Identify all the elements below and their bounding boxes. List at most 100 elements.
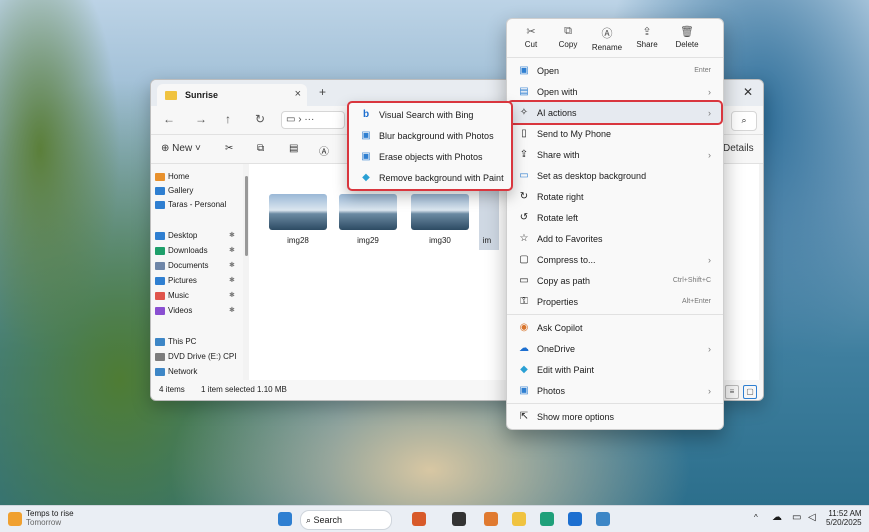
downloads-icon [155, 246, 165, 255]
file-explorer-icon[interactable] [512, 512, 526, 526]
photos-icon: ▣ [361, 151, 371, 162]
details-view-button[interactable]: ≡ [725, 385, 739, 399]
copy-icon[interactable]: ⧉ [257, 143, 264, 154]
trash-icon: 🗑 [680, 26, 694, 38]
copilot-icon[interactable] [484, 512, 498, 526]
forward-button[interactable]: → [195, 112, 207, 126]
copy-button[interactable]: ⧉ Copy [550, 25, 586, 49]
divider [507, 403, 723, 404]
paint-icon: ◆ [362, 172, 370, 183]
menu-item-onedrive[interactable]: ☁ OneDrive › [509, 338, 721, 359]
file-thumbnail[interactable] [411, 194, 469, 230]
network-icon[interactable]: ☁ [772, 512, 782, 523]
more-options-icon: ⇱ [519, 411, 529, 422]
photos-icon: ▣ [519, 385, 529, 396]
file-name[interactable]: img28 [269, 236, 327, 245]
menu-item-open-with[interactable]: ▤ Open with › [509, 81, 721, 102]
phone-icon: ▯ [521, 128, 527, 139]
sidebar-item-home[interactable]: Home [155, 172, 189, 181]
gallery-icon [155, 186, 165, 195]
new-button[interactable]: ⊕ New ˅ [161, 143, 201, 154]
back-button[interactable]: ← [163, 112, 175, 126]
submenu-item-blur-background[interactable]: ▣ Blur background with Photos [351, 125, 509, 146]
folder-icon [165, 90, 177, 100]
address-bar[interactable]: ▭ › ··· [281, 111, 345, 129]
documents-icon [155, 261, 165, 270]
refresh-button[interactable]: ↻ [255, 112, 265, 126]
menu-item-share-with[interactable]: ⇪ Share with › [509, 144, 721, 165]
delete-button[interactable]: 🗑 Delete [669, 25, 705, 49]
start-button[interactable] [278, 512, 292, 526]
pin-icon: ✱ [229, 277, 235, 284]
file-thumbnail[interactable] [339, 194, 397, 230]
details-button[interactable]: Details [723, 143, 754, 154]
file-name[interactable]: img29 [339, 236, 397, 245]
menu-item-open[interactable]: ▣ Open Enter [509, 60, 721, 81]
rename-icon[interactable]: Ⓐ [319, 143, 329, 158]
bing-icon: b [362, 109, 370, 120]
chevron-right-icon: › [708, 86, 711, 97]
divider [507, 57, 723, 58]
menu-item-set-desktop-background[interactable]: ▭ Set as desktop background [509, 165, 721, 186]
share-button[interactable]: ⇪ Share [629, 25, 665, 49]
tray-overflow-icon[interactable]: ^ [754, 513, 758, 522]
item-count: 4 items [159, 385, 185, 394]
edge-icon[interactable] [540, 512, 554, 526]
window-close-button[interactable]: ✕ [743, 85, 753, 99]
volume-icon[interactable]: ◁ [808, 512, 816, 523]
photos-app-icon[interactable] [596, 512, 610, 526]
chevron-right-icon: › [708, 149, 711, 160]
file-name[interactable]: im [477, 236, 497, 245]
task-view-icon[interactable] [452, 512, 466, 526]
sidebar-item-documents[interactable]: Documents [155, 261, 208, 270]
sidebar-item-desktop[interactable]: Desktop [155, 231, 197, 240]
sidebar-item-pictures[interactable]: Pictures [155, 276, 197, 285]
sidebar-item-network[interactable]: Network [155, 367, 197, 376]
clock[interactable]: 11:52 AM 5/20/2025 [826, 509, 862, 527]
up-button[interactable]: ↑ [225, 112, 231, 126]
paste-icon[interactable]: ▤ [289, 143, 298, 154]
onedrive-icon: ☁ [519, 343, 529, 354]
tiles-view-button[interactable]: ▢ [743, 385, 757, 399]
menu-item-rotate-right[interactable]: ↻ Rotate right [509, 186, 721, 207]
cut-icon[interactable]: ✂ [225, 143, 233, 154]
rename-button[interactable]: Ⓐ Rename [589, 25, 625, 52]
store-icon[interactable] [568, 512, 582, 526]
app-icon[interactable] [412, 512, 426, 526]
file-name[interactable]: img30 [411, 236, 469, 245]
home-icon [155, 172, 165, 181]
address-more[interactable]: ··· [304, 114, 314, 125]
menu-item-rotate-left[interactable]: ↺ Rotate left [509, 207, 721, 228]
submenu-item-visual-search[interactable]: b Visual Search with Bing [351, 104, 509, 125]
sidebar-scrollbar[interactable] [245, 176, 248, 256]
menu-item-edit-with-paint[interactable]: ◆ Edit with Paint [509, 359, 721, 380]
sidebar-item-gallery[interactable]: Gallery [155, 186, 193, 195]
search-icon[interactable]: ⌕ [731, 111, 757, 131]
menu-item-send-to-phone[interactable]: ▯ Send to My Phone [509, 123, 721, 144]
sidebar-item-videos[interactable]: Videos [155, 306, 192, 315]
sidebar-item-this-pc[interactable]: This PC [155, 337, 196, 346]
sidebar-item-music[interactable]: Music [155, 291, 189, 300]
menu-item-compress-to[interactable]: ▢ Compress to... › [509, 249, 721, 270]
menu-item-add-to-favorites[interactable]: ☆ Add to Favorites [509, 228, 721, 249]
sidebar-item-dvd-drive[interactable]: DVD Drive (E:) CPI [155, 352, 236, 361]
menu-item-photos[interactable]: ▣ Photos › [509, 380, 721, 401]
submenu-item-erase-objects[interactable]: ▣ Erase objects with Photos [351, 146, 509, 167]
tab-sunrise[interactable]: Sunrise × [157, 84, 307, 106]
battery-icon[interactable]: ▭ [792, 512, 801, 523]
menu-item-show-more-options[interactable]: ⇱ Show more options [509, 406, 721, 427]
submenu-item-remove-background[interactable]: ◆ Remove background with Paint [351, 167, 509, 188]
taskbar-search[interactable]: ⌕ Search [300, 510, 392, 530]
menu-item-ask-copilot[interactable]: ◉ Ask Copilot [509, 317, 721, 338]
sidebar-item-downloads[interactable]: Downloads [155, 246, 208, 255]
cut-button[interactable]: ✂ Cut [513, 25, 549, 49]
weather-widget[interactable]: Temps to rise Tomorrow [26, 509, 74, 527]
menu-item-ai-actions[interactable]: ✧ AI actions › [507, 100, 723, 125]
file-thumbnail[interactable] [269, 194, 327, 230]
new-tab-button[interactable]: + [319, 85, 326, 99]
menu-item-properties[interactable]: ⚿ Properties Alt+Enter [509, 291, 721, 312]
sidebar-item-onedrive[interactable]: Taras - Personal [155, 200, 226, 209]
date: 5/20/2025 [826, 518, 862, 527]
menu-item-copy-as-path[interactable]: ▭ Copy as path Ctrl+Shift+C [509, 270, 721, 291]
tab-close-icon[interactable]: × [295, 88, 301, 100]
